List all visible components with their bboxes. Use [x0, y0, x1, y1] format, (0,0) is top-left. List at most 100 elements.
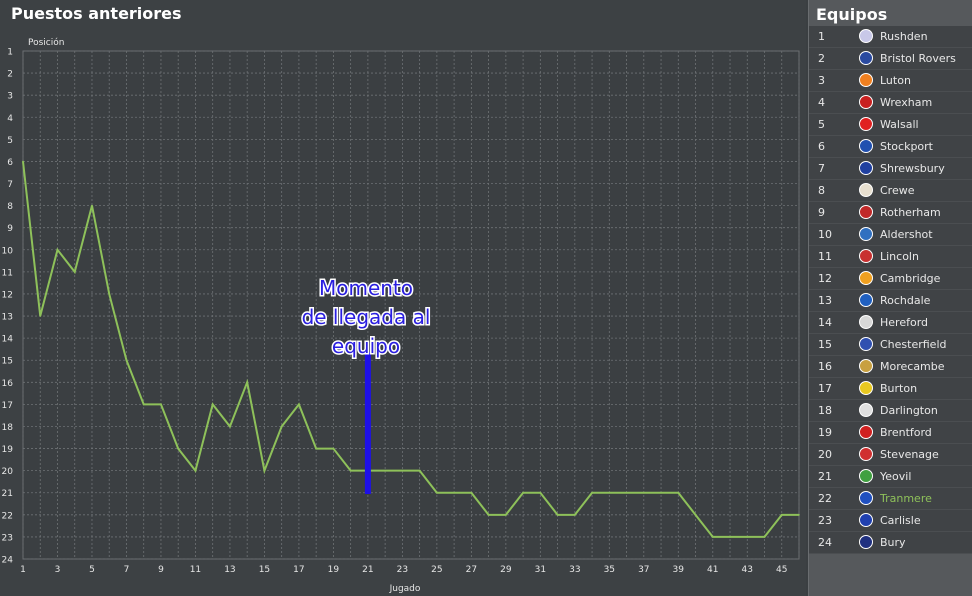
team-row[interactable]: 7 Shrewsbury — [809, 158, 972, 180]
team-name[interactable]: Chesterfield — [880, 338, 947, 351]
team-name[interactable]: Aldershot — [880, 228, 933, 241]
team-name[interactable]: Crewe — [880, 184, 915, 197]
team-name[interactable]: Wrexham — [880, 96, 932, 109]
team-row[interactable]: 8 Crewe — [809, 180, 972, 202]
team-row[interactable]: 20 Stevenage — [809, 444, 972, 466]
team-rank: 7 — [818, 162, 825, 175]
x-tick-label: 19 — [328, 565, 340, 575]
data-point — [574, 514, 576, 516]
x-tick-label: 25 — [431, 565, 442, 575]
data-point — [746, 536, 749, 538]
team-name[interactable]: Yeovil — [880, 470, 911, 483]
data-point — [625, 491, 628, 494]
team-name[interactable]: Hereford — [880, 316, 928, 329]
brentford-badge-icon — [859, 425, 873, 439]
y-tick-label: 3 — [7, 92, 13, 102]
data-point — [539, 491, 542, 494]
team-name[interactable]: Stevenage — [880, 448, 939, 461]
x-tick-label: 27 — [466, 565, 477, 575]
team-rank: 17 — [818, 382, 832, 395]
team-row[interactable]: 17 Burton — [809, 378, 972, 400]
data-point — [315, 447, 317, 450]
team-name[interactable]: Luton — [880, 74, 911, 87]
panel-title: Puestos anteriores — [11, 4, 182, 23]
data-point — [280, 425, 283, 428]
team-row[interactable]: 22 Tranmere — [809, 488, 972, 510]
y-tick-label: 18 — [2, 423, 14, 433]
cambridge-badge-icon — [859, 271, 873, 285]
tranmere-badge-icon — [859, 491, 873, 505]
data-point — [643, 491, 645, 494]
x-tick-label: 17 — [293, 565, 304, 575]
team-row[interactable]: 5 Walsall — [809, 114, 972, 136]
team-row[interactable]: 10 Aldershot — [809, 224, 972, 246]
team-row[interactable]: 16 Morecambe — [809, 356, 972, 378]
team-name[interactable]: Lincoln — [880, 250, 919, 263]
team-name[interactable]: Rotherham — [880, 206, 941, 219]
team-rank: 21 — [818, 470, 832, 483]
team-row[interactable]: 12 Cambridge — [809, 268, 972, 290]
team-name[interactable]: Shrewsbury — [880, 162, 945, 175]
y-tick-label: 9 — [7, 224, 13, 234]
team-row[interactable]: 21 Yeovil — [809, 466, 972, 488]
team-row[interactable]: 6 Stockport — [809, 136, 972, 158]
team-row[interactable]: 1 Rushden — [809, 26, 972, 48]
data-point — [142, 403, 145, 406]
team-row[interactable]: 11 Lincoln — [809, 246, 972, 268]
x-tick-label: 11 — [190, 565, 201, 575]
team-row[interactable]: 19 Brentford — [809, 422, 972, 444]
data-point — [798, 514, 800, 516]
data-point — [194, 469, 197, 472]
team-name[interactable]: Morecambe — [880, 360, 945, 373]
team-name[interactable]: Rushden — [880, 30, 928, 43]
bury-badge-icon — [859, 535, 873, 549]
data-point — [91, 204, 93, 207]
team-rank: 14 — [818, 316, 832, 329]
team-name[interactable]: Darlington — [880, 404, 938, 417]
team-rank: 2 — [818, 52, 825, 65]
team-name[interactable]: Carlisle — [880, 514, 921, 527]
team-name[interactable]: Walsall — [880, 118, 919, 131]
team-row[interactable]: 23 Carlisle — [809, 510, 972, 532]
team-name[interactable]: Tranmere — [880, 492, 932, 505]
x-tick-label: 7 — [124, 565, 130, 575]
data-point — [125, 359, 128, 362]
team-name[interactable]: Burton — [880, 382, 917, 395]
data-point — [332, 447, 335, 450]
team-name[interactable]: Stockport — [880, 140, 933, 153]
team-row[interactable]: 9 Rotherham — [809, 202, 972, 224]
team-name[interactable]: Cambridge — [880, 272, 940, 285]
data-point — [246, 381, 248, 384]
team-name[interactable]: Brentford — [880, 426, 932, 439]
team-row[interactable]: 24 Bury — [809, 532, 972, 554]
team-name[interactable]: Bristol Rovers — [880, 52, 956, 65]
team-row[interactable]: 14 Hereford — [809, 312, 972, 334]
team-rank: 20 — [818, 448, 832, 461]
team-rank: 8 — [818, 184, 825, 197]
data-point — [384, 469, 386, 472]
carlisle-badge-icon — [859, 513, 873, 527]
data-point — [39, 315, 42, 317]
x-tick-label: 45 — [776, 565, 787, 575]
team-row[interactable]: 18 Darlington — [809, 400, 972, 422]
team-rank: 18 — [818, 404, 832, 417]
x-tick-label: 43 — [742, 565, 753, 575]
team-rank: 4 — [818, 96, 825, 109]
team-name[interactable]: Bury — [880, 536, 906, 549]
yeovil-badge-icon — [859, 469, 873, 483]
annotation-line-3: equipo — [332, 334, 400, 358]
team-rank: 9 — [818, 206, 825, 219]
team-row[interactable]: 15 Chesterfield — [809, 334, 972, 356]
team-row[interactable]: 4 Wrexham — [809, 92, 972, 114]
team-row[interactable]: 3 Luton — [809, 70, 972, 92]
team-row[interactable]: 13 Rochdale — [809, 290, 972, 312]
team-row[interactable]: 2 Bristol Rovers — [809, 48, 972, 70]
luton-badge-icon — [859, 73, 873, 87]
y-tick-label: 22 — [2, 511, 13, 521]
stevenage-badge-icon — [859, 447, 873, 461]
team-name[interactable]: Rochdale — [880, 294, 930, 307]
walsall-badge-icon — [859, 117, 873, 131]
x-tick-label: 29 — [500, 565, 512, 575]
arrival-marker-bar — [364, 352, 371, 494]
shrewsbury-badge-icon — [859, 161, 873, 175]
